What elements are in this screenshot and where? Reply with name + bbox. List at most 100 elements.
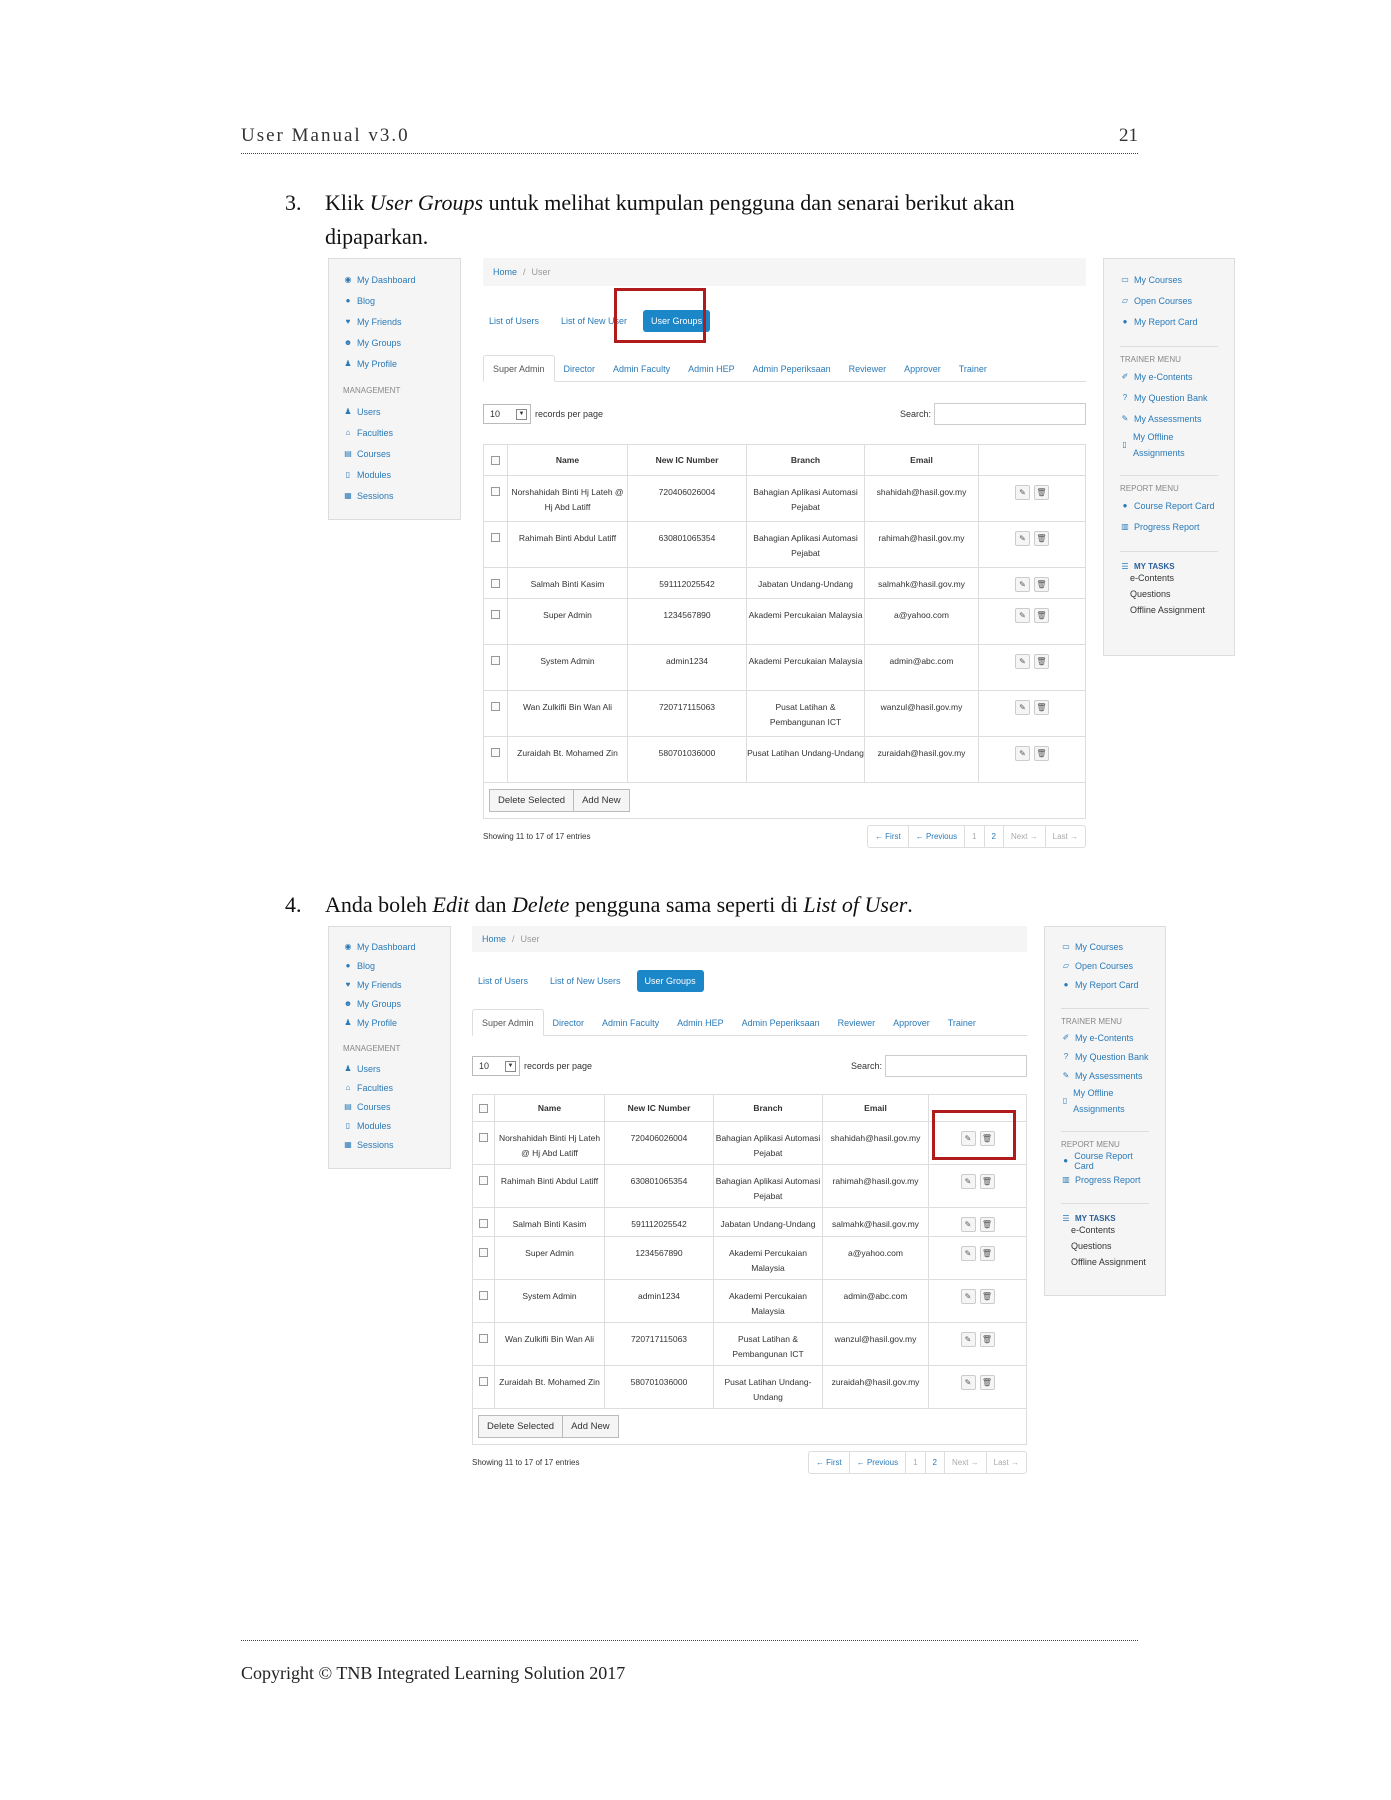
row-checkbox[interactable] [479, 1248, 488, 1257]
nav-progress-report[interactable]: ▥ Progress Report [1061, 1170, 1149, 1189]
row-checkbox[interactable] [491, 748, 500, 757]
edit-icon[interactable]: ✎ [1015, 746, 1030, 761]
search-input[interactable] [934, 403, 1086, 425]
page-previous[interactable]: ← Previous [848, 1452, 905, 1473]
row-checkbox[interactable] [491, 610, 500, 619]
nav-my-courses[interactable]: ▭ My Courses [1120, 269, 1218, 290]
edit-icon[interactable]: ✎ [1015, 577, 1030, 592]
task-offline-assignment[interactable]: Offline Assignment [1061, 1257, 1149, 1273]
nav-blog[interactable]: ● Blog [343, 956, 436, 975]
nav-my-question-bank[interactable]: ? My Question Bank [1061, 1047, 1149, 1066]
trash-icon[interactable]: 🗑 [979, 1332, 995, 1347]
tab-admin-faculty[interactable]: Admin Faculty [604, 364, 679, 381]
trash-icon[interactable]: 🗑 [1034, 531, 1049, 546]
page-last[interactable]: Last → [1044, 826, 1085, 847]
tab-director[interactable]: Director [555, 364, 605, 381]
tab-admin-peperiksaan[interactable]: Admin Peperiksaan [733, 1018, 829, 1035]
nav-course-report-card[interactable]: ● Course Report Card [1061, 1151, 1149, 1171]
pill-list-of-new-users[interactable]: List of New Users [544, 972, 627, 990]
nav-course-report-card[interactable]: ● Course Report Card [1120, 495, 1218, 516]
tab-trainer[interactable]: Trainer [939, 1018, 985, 1035]
pill-list-of-users[interactable]: List of Users [483, 312, 545, 330]
nav-open-courses[interactable]: ▱ Open Courses [1061, 956, 1149, 975]
page-last[interactable]: Last → [985, 1452, 1026, 1473]
row-checkbox[interactable] [491, 702, 500, 711]
trash-icon[interactable]: 🗑 [979, 1289, 995, 1304]
nav-my-question-bank[interactable]: ? My Question Bank [1120, 387, 1218, 408]
nav-sessions[interactable]: ▦ Sessions [343, 485, 446, 506]
edit-icon[interactable]: ✎ [1015, 485, 1030, 500]
page-next[interactable]: Next → [943, 1452, 986, 1473]
task-offline-assignment[interactable]: Offline Assignment [1120, 605, 1218, 621]
row-checkbox[interactable] [479, 1291, 488, 1300]
select-all-checkbox[interactable] [479, 1103, 488, 1113]
nav-my-courses[interactable]: ▭ My Courses [1061, 937, 1149, 956]
row-checkbox[interactable] [479, 1377, 488, 1386]
trash-icon[interactable]: 🗑 [979, 1246, 995, 1261]
nav-modules[interactable]: ▯ Modules [343, 1116, 436, 1135]
nav-sessions[interactable]: ▦ Sessions [343, 1135, 436, 1154]
nav-courses[interactable]: ▤ Courses [343, 1097, 436, 1116]
nav-my-offline-assignments[interactable]: ▯ My Offline Assignments [1061, 1085, 1149, 1117]
trash-icon[interactable]: 🗑 [1034, 485, 1049, 500]
edit-icon[interactable]: ✎ [960, 1246, 976, 1261]
tab-admin-peperiksaan[interactable]: Admin Peperiksaan [744, 364, 840, 381]
edit-icon[interactable]: ✎ [960, 1332, 976, 1347]
nav-faculties[interactable]: ⌂ Faculties [343, 422, 446, 443]
tab-admin-faculty[interactable]: Admin Faculty [593, 1018, 668, 1035]
breadcrumb-home[interactable]: Home [493, 267, 517, 277]
pill-list-of-users[interactable]: List of Users [472, 972, 534, 990]
nav-my-offline-assignments[interactable]: ▯ My Offline Assignments [1120, 429, 1218, 461]
row-checkbox[interactable] [479, 1133, 488, 1142]
row-checkbox[interactable] [491, 533, 500, 542]
tab-reviewer[interactable]: Reviewer [840, 364, 896, 381]
page-1[interactable]: 1 [964, 826, 983, 847]
edit-icon[interactable]: ✎ [960, 1174, 976, 1189]
nav-my-report-card[interactable]: ● My Report Card [1120, 311, 1218, 332]
tab-admin-hep[interactable]: Admin HEP [668, 1018, 733, 1035]
row-checkbox[interactable] [491, 656, 500, 665]
page-first[interactable]: ← First [809, 1452, 849, 1473]
nav-my-friends[interactable]: ♥ My Friends [343, 311, 446, 332]
records-select[interactable]: 10 ▼ [472, 1056, 520, 1076]
nav-my-report-card[interactable]: ● My Report Card [1061, 975, 1149, 994]
trash-icon[interactable]: 🗑 [1034, 700, 1049, 715]
tab-reviewer[interactable]: Reviewer [829, 1018, 885, 1035]
tab-approver[interactable]: Approver [895, 364, 950, 381]
page-first[interactable]: ← First [868, 826, 908, 847]
nav-progress-report[interactable]: ▥ Progress Report [1120, 516, 1218, 537]
add-new-button[interactable]: Add New [563, 1415, 619, 1438]
nav-my-friends[interactable]: ♥ My Friends [343, 975, 436, 994]
edit-icon[interactable]: ✎ [1015, 531, 1030, 546]
row-checkbox[interactable] [479, 1219, 488, 1228]
edit-icon[interactable]: ✎ [960, 1217, 976, 1232]
edit-icon[interactable]: ✎ [1015, 608, 1030, 623]
nav-courses[interactable]: ▤ Courses [343, 443, 446, 464]
trash-icon[interactable]: 🗑 [1034, 577, 1049, 592]
trash-icon[interactable]: 🗑 [1034, 746, 1049, 761]
nav-my-groups[interactable]: ☻ My Groups [343, 332, 446, 353]
nav-blog[interactable]: ● Blog [343, 290, 446, 311]
nav-my-econtents[interactable]: ✐ My e-Contents [1120, 366, 1218, 387]
nav-open-courses[interactable]: ▱ Open Courses [1120, 290, 1218, 311]
task-econtents[interactable]: e-Contents [1061, 1225, 1149, 1241]
nav-users[interactable]: ♟ Users [343, 401, 446, 422]
nav-my-profile[interactable]: ♟ My Profile [343, 1013, 436, 1032]
tab-admin-hep[interactable]: Admin HEP [679, 364, 744, 381]
nav-my-dashboard[interactable]: ◉ My Dashboard [343, 269, 446, 290]
tab-super-admin[interactable]: Super Admin [483, 355, 555, 382]
page-next[interactable]: Next → [1002, 826, 1045, 847]
nav-faculties[interactable]: ⌂ Faculties [343, 1078, 436, 1097]
page-2[interactable]: 2 [983, 826, 1003, 847]
trash-icon[interactable]: 🗑 [1034, 654, 1049, 669]
row-checkbox[interactable] [479, 1176, 488, 1185]
task-questions[interactable]: Questions [1061, 1241, 1149, 1257]
page-1[interactable]: 1 [905, 1452, 924, 1473]
nav-my-profile[interactable]: ♟ My Profile [343, 353, 446, 374]
task-econtents[interactable]: e-Contents [1120, 573, 1218, 589]
delete-selected-button[interactable]: Delete Selected [478, 1415, 564, 1438]
trash-icon[interactable]: 🗑 [979, 1217, 995, 1232]
tab-director[interactable]: Director [544, 1018, 594, 1035]
delete-selected-button[interactable]: Delete Selected [489, 789, 575, 812]
select-all-checkbox[interactable] [491, 455, 500, 465]
